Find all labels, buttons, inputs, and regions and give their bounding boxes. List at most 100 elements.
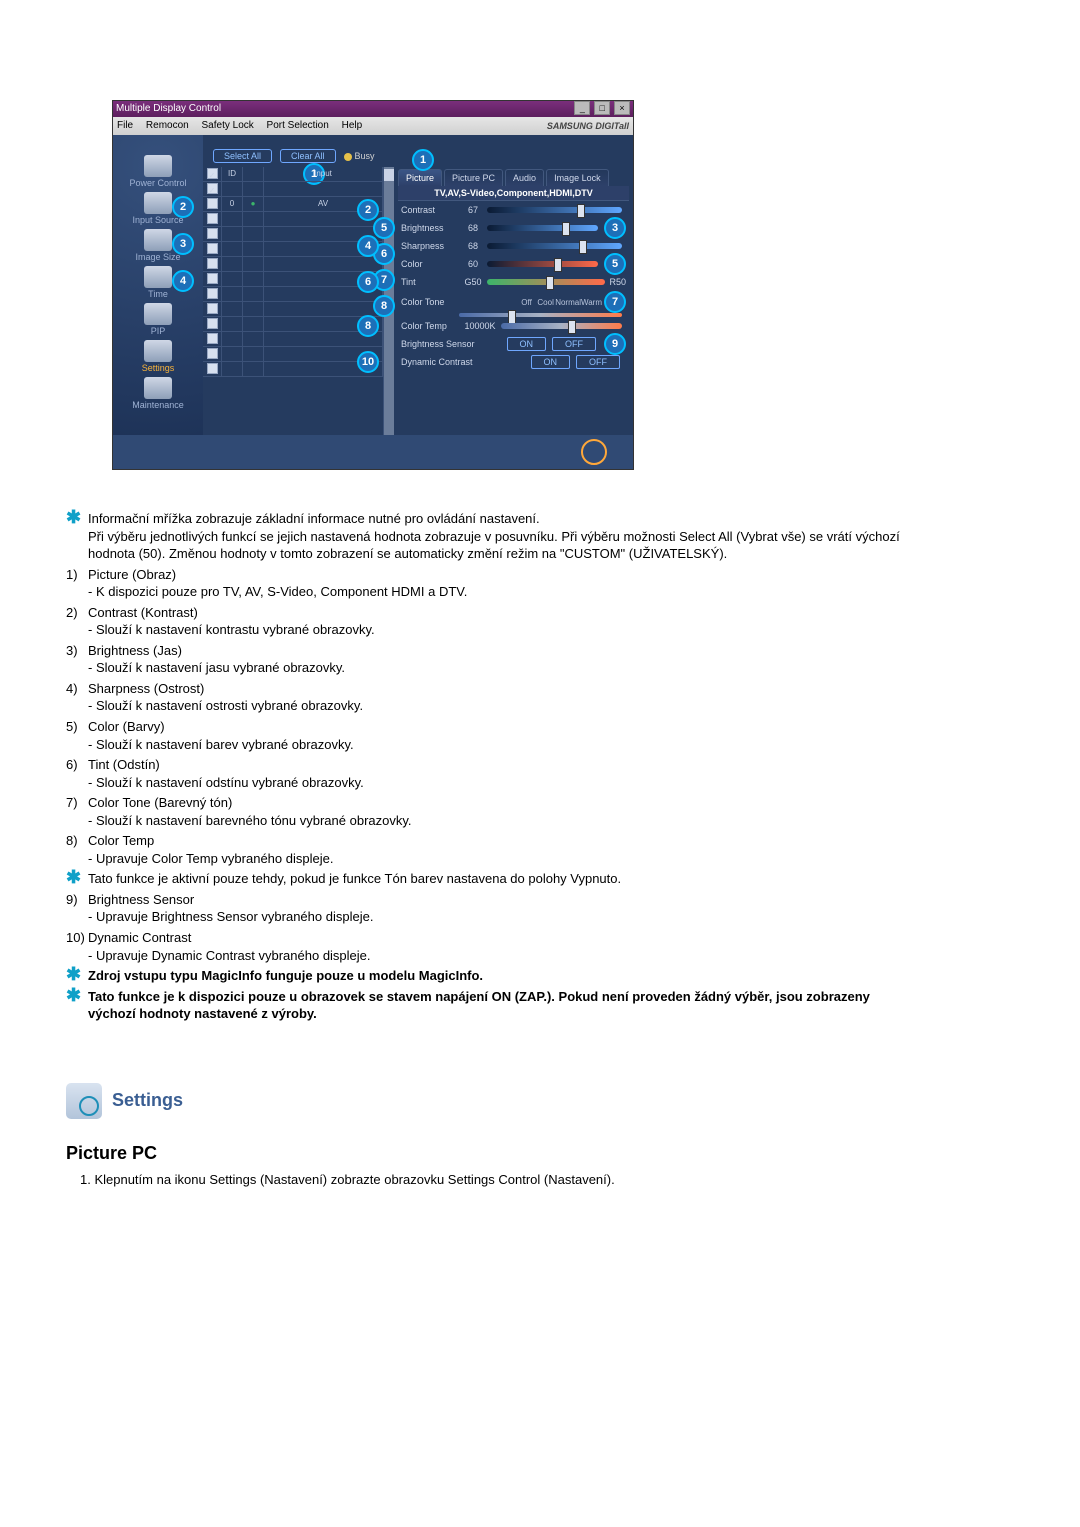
slider-tint[interactable]: [487, 279, 605, 285]
info-icon[interactable]: [581, 439, 607, 465]
busy-icon: [344, 153, 352, 161]
clear-all-button[interactable]: Clear All: [280, 149, 336, 163]
row-checkbox[interactable]: [207, 303, 218, 314]
table-row[interactable]: [203, 362, 383, 377]
checkbox-all[interactable]: ✓: [207, 168, 218, 179]
tab-picturepc[interactable]: Picture PC: [444, 169, 503, 186]
titlebar: Multiple Display Control _ □ ×: [113, 101, 633, 117]
slider-brightness[interactable]: [487, 225, 598, 231]
minimize-button[interactable]: _: [574, 101, 590, 115]
section-settings: Settings: [66, 1083, 1080, 1119]
col-input: Input: [264, 167, 383, 181]
sidebar-item-maintenance[interactable]: Maintenance: [124, 375, 192, 410]
settings-section-icon: [66, 1083, 102, 1119]
menu-portselection[interactable]: Port Selection: [267, 120, 329, 131]
slider-colortemp[interactable]: [501, 323, 622, 329]
star-icon: ✱: [66, 988, 88, 1023]
table-row[interactable]: [203, 332, 383, 347]
dyncon-on[interactable]: ON: [531, 355, 571, 369]
row-tint: 6 Tint G50 R50: [398, 273, 629, 291]
sidebar-item-settings[interactable]: Settings: [124, 338, 192, 373]
dyncon-off[interactable]: OFF: [576, 355, 620, 369]
list-item: 6)Tint (Odstín)- Slouží k nastavení odst…: [66, 756, 920, 791]
row-checkbox[interactable]: ✓: [207, 183, 218, 194]
table-row[interactable]: [203, 272, 383, 287]
brsensor-on[interactable]: ON: [507, 337, 547, 351]
row-checkbox[interactable]: [207, 213, 218, 224]
callout-p1: 1: [412, 149, 434, 171]
table-row[interactable]: ✓: [203, 182, 383, 197]
row-sharpness: 4 Sharpness 68: [398, 237, 629, 255]
row-brsensor: Brightness Sensor ON OFF 9: [398, 335, 629, 353]
row-colortone: Color Tone Off Cool Normal Warm 7: [398, 291, 629, 317]
list-item: 3)Brightness (Jas)- Slouží k nastavení j…: [66, 642, 920, 677]
row-checkbox[interactable]: [207, 228, 218, 239]
row-dyncontrast: 10 Dynamic Contrast ON OFF: [398, 353, 629, 371]
table-row[interactable]: [203, 287, 383, 302]
sidebar-item-pip[interactable]: PIP: [124, 301, 192, 336]
table-row[interactable]: 0●AV: [203, 197, 383, 212]
list-item: 10)Dynamic Contrast- Upravuje Dynamic Co…: [66, 929, 920, 964]
callout-p2: 2: [357, 199, 379, 221]
list-item: 2)Contrast (Kontrast)- Slouží k nastaven…: [66, 604, 920, 639]
slider-contrast[interactable]: [487, 207, 622, 213]
table-row[interactable]: [203, 257, 383, 272]
row-checkbox[interactable]: [207, 258, 218, 269]
sidebar-item-power[interactable]: Power Control: [124, 153, 192, 188]
tab-imagelock[interactable]: Image Lock: [546, 169, 609, 186]
maintenance-icon: [144, 377, 172, 399]
row-checkbox[interactable]: [207, 333, 218, 344]
brsensor-off[interactable]: OFF: [552, 337, 596, 351]
row-checkbox[interactable]: [207, 363, 218, 374]
subhead-picturepc: Picture PC: [66, 1143, 1080, 1164]
table-row[interactable]: [203, 317, 383, 332]
callout-3: 3: [172, 233, 194, 255]
menu-file[interactable]: File: [117, 120, 133, 131]
time-icon: [144, 266, 172, 288]
list-item: 1)Picture (Obraz)- K dispozici pouze pro…: [66, 566, 920, 601]
input-icon: [144, 192, 172, 214]
list-item: 9)Brightness Sensor- Upravuje Brightness…: [66, 891, 920, 926]
sidebar: Power Control Input Source2 Image Size3 …: [113, 135, 203, 435]
row-checkbox[interactable]: [207, 273, 218, 284]
list-item: 4)Sharpness (Ostrost)- Slouží k nastaven…: [66, 680, 920, 715]
row-checkbox[interactable]: [207, 318, 218, 329]
menu-safetylock[interactable]: Safety Lock: [202, 120, 254, 131]
slider-colortone[interactable]: [459, 313, 622, 317]
table-row[interactable]: [203, 242, 383, 257]
window-buttons: _ □ ×: [573, 101, 630, 117]
row-checkbox[interactable]: [207, 198, 218, 209]
sidebar-item-input[interactable]: Input Source2: [124, 190, 192, 225]
star-icon: ✱: [66, 510, 88, 563]
grid-header: ✓ ID Input: [203, 167, 383, 182]
menu-remocon[interactable]: Remocon: [146, 120, 189, 131]
scroll-thumb[interactable]: [384, 169, 394, 181]
table-row[interactable]: [203, 347, 383, 362]
tab-audio[interactable]: Audio: [505, 169, 544, 186]
callout-grid-8: 8: [373, 295, 395, 317]
slider-sharpness[interactable]: [487, 243, 622, 249]
tab-picture[interactable]: Picture: [398, 169, 442, 186]
star-icon: ✱: [66, 870, 88, 888]
maximize-button[interactable]: □: [594, 101, 610, 115]
callout-p10: 10: [357, 351, 379, 373]
list-item: 7)Color Tone (Barevný tón)- Slouží k nas…: [66, 794, 920, 829]
menu-help[interactable]: Help: [342, 120, 363, 131]
sidebar-item-imagesize[interactable]: Image Size3: [124, 227, 192, 262]
window-title: Multiple Display Control: [116, 101, 221, 117]
busy-indicator: Busy: [344, 151, 375, 161]
close-button[interactable]: ×: [614, 101, 630, 115]
star-icon: ✱: [66, 967, 88, 985]
sidebar-item-time[interactable]: Time4: [124, 264, 192, 299]
row-checkbox[interactable]: [207, 348, 218, 359]
select-all-button[interactable]: Select All: [213, 149, 272, 163]
power-icon: [144, 155, 172, 177]
slider-color[interactable]: [487, 261, 598, 267]
table-row[interactable]: [203, 227, 383, 242]
callout-grid-5: 5: [373, 217, 395, 239]
table-row[interactable]: [203, 212, 383, 227]
row-checkbox[interactable]: [207, 288, 218, 299]
row-checkbox[interactable]: [207, 243, 218, 254]
settings-heading: Settings: [112, 1090, 183, 1111]
table-row[interactable]: [203, 302, 383, 317]
